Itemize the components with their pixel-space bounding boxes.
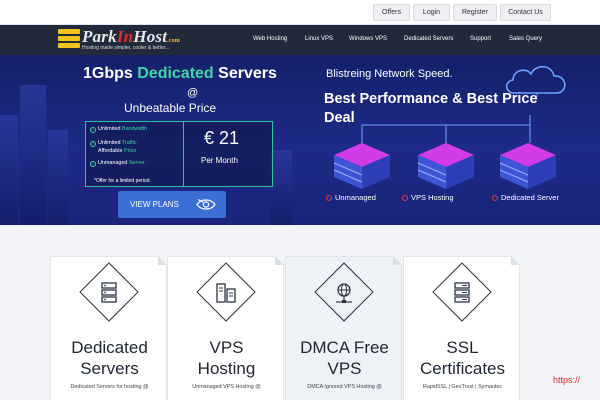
offer-box: ✓ Unlimited Bandwidth ✓ Unlimited Traffic …: [85, 121, 273, 187]
cloud-icon: [505, 65, 566, 97]
server-rack-icon: [499, 143, 556, 189]
logo-wordmark: ParkInHost.com: [82, 27, 181, 46]
site-logo[interactable]: ParkInHost.com Hosting made simpler, coo…: [58, 27, 193, 53]
login-link[interactable]: Login: [413, 4, 450, 21]
hero-banner: 1Gbps Dedicated Servers @ Unbeatable Pri…: [0, 55, 600, 225]
price-period: Per Month: [201, 156, 238, 165]
nav-sales-query[interactable]: Sales Query: [509, 36, 542, 42]
service-card-vps[interactable]: VPS Hosting Unmanaged VPS Hosting @: [167, 256, 284, 400]
nav-dedicated-servers[interactable]: Dedicated Servers: [404, 36, 453, 42]
card-title: DMCA Free VPS: [300, 338, 389, 378]
offer-divider: [183, 122, 184, 186]
server-stack-icon: [58, 29, 80, 49]
nav-windows-vps[interactable]: Windows VPS: [349, 36, 387, 42]
register-link[interactable]: Register: [453, 4, 497, 21]
offers-link[interactable]: Offers: [373, 4, 410, 21]
check-circle-icon: ✓: [90, 161, 96, 167]
service-card-dmca-vps[interactable]: DMCA Free VPS DMCA Ignored VPS Hosting @: [285, 256, 402, 400]
promo-tagline: Blistreing Network Speed.: [326, 68, 453, 80]
services-section: Dedicated Servers Dedicated Servers for h…: [0, 225, 600, 400]
radio-dot-icon: [492, 195, 498, 201]
feature-item: ✓ Unmanaged Server: [90, 160, 145, 167]
card-description: Dedicated Servers for hosting @: [70, 384, 149, 390]
nav-linux-vps[interactable]: Linux VPS: [305, 36, 333, 42]
vps-servers-icon: [216, 283, 236, 303]
page: Offers Login Register Contact Us ParkInH…: [0, 0, 600, 400]
url-watermark: https://: [553, 375, 581, 385]
network-lines: [361, 115, 531, 143]
server-icon: [101, 282, 117, 303]
server-icon: [454, 282, 470, 303]
card-description: Unmanaged VPS Hosting @: [192, 384, 261, 390]
corner-fold: [158, 256, 167, 265]
service-card-dedicated[interactable]: Dedicated Servers Dedicated Servers for h…: [50, 256, 167, 400]
logo-tagline: Hosting made simpler, cooler & better...: [82, 45, 170, 51]
card-title: SSL Certificates: [419, 338, 506, 378]
feature-item: Affordable Price: [98, 148, 137, 154]
nav-web-hosting[interactable]: Web Hosting: [253, 36, 287, 42]
label-dedicated-server: Dedicated Server: [492, 193, 559, 202]
check-circle-icon: ✓: [90, 127, 96, 133]
nav-support[interactable]: Support: [470, 36, 491, 42]
price: € 21: [204, 128, 240, 148]
eye-icon: [196, 199, 216, 210]
view-plans-button[interactable]: VIEW PLANS: [118, 191, 226, 218]
server-rack-icon: [333, 143, 390, 189]
contact-us-link[interactable]: Contact Us: [500, 4, 551, 21]
view-plans-label: VIEW PLANS: [130, 200, 179, 209]
radio-dot-icon: [326, 195, 332, 201]
globe-network-icon: [336, 283, 352, 303]
check-circle-icon: ✓: [90, 141, 96, 147]
offer-note: *Offer for a limited period: [94, 178, 150, 184]
card-title: Dedicated Servers: [71, 338, 148, 378]
hero-title: 1Gbps Dedicated Servers: [83, 65, 277, 82]
feature-item: ✓ Unlimited Bandwidth: [90, 126, 148, 133]
radio-dot-icon: [402, 195, 408, 201]
main-navigation: ParkInHost.com Hosting made simpler, coo…: [0, 25, 600, 55]
hero-offer-panel: 1Gbps Dedicated Servers @ Unbeatable Pri…: [0, 55, 310, 225]
server-rack-icon: [417, 143, 474, 189]
feature-item: ✓ Unlimited Traffic: [90, 140, 137, 147]
card-description: DMCA Ignored VPS Hosting @: [307, 384, 382, 390]
label-unmanaged: Unmanaged: [326, 193, 376, 202]
corner-fold: [393, 256, 402, 265]
corner-fold: [511, 256, 520, 265]
service-card-ssl[interactable]: SSL Certificates RapidSSL | GeoTrust | Sy…: [403, 256, 520, 400]
top-utility-bar: Offers Login Register Contact Us: [0, 0, 600, 25]
card-title: VPS Hosting: [197, 338, 256, 378]
label-vps-hosting: VPS Hosting: [402, 193, 454, 202]
hero-subtitle: Unbeatable Price: [124, 101, 217, 115]
card-description: RapidSSL | GeoTrust | Symantec: [422, 384, 503, 390]
hero-at-sign: @: [187, 87, 199, 99]
hero-promo-panel: Blistreing Network Speed. Best Performan…: [310, 55, 600, 225]
corner-fold: [275, 256, 284, 265]
